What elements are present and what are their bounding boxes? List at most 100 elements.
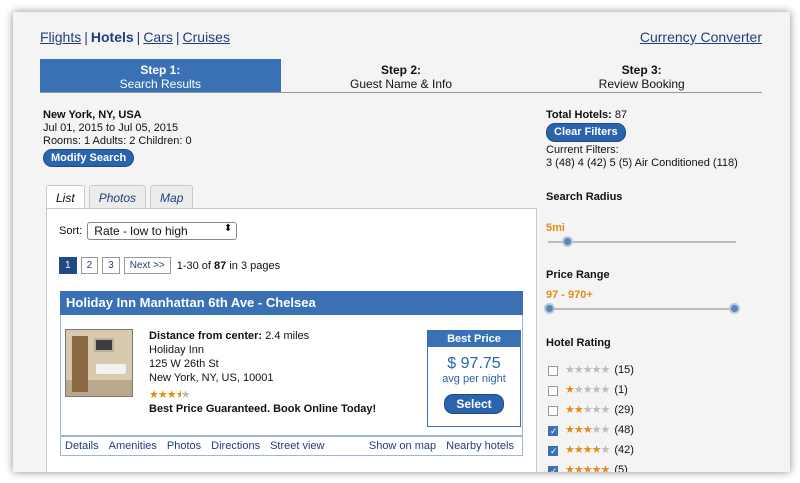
- rating-checkbox[interactable]: [548, 405, 558, 416]
- rating-checkbox[interactable]: [548, 465, 558, 472]
- results-total: 87: [214, 259, 227, 272]
- star-rating-icon: ★★★★★: [565, 384, 610, 396]
- star-rating-icon: ★★★★★: [565, 464, 610, 472]
- price-range-value: 97 - 970+: [546, 289, 593, 301]
- step-search-results: Step 1: Search Results: [40, 59, 281, 92]
- distance-label: Distance from center:: [149, 330, 263, 342]
- step-number: Step 1:: [140, 63, 181, 77]
- hotel-name[interactable]: Holiday Inn Manhattan 6th Ave - Chelsea: [60, 291, 523, 315]
- rating-count: (48): [614, 424, 634, 436]
- search-summary: New York, NY, USA Jul 01, 2015 to Jul 05…: [43, 109, 192, 148]
- hotel-street: 125 W 26th St: [149, 358, 219, 370]
- page-3-button[interactable]: 3: [102, 257, 120, 274]
- modify-search-button[interactable]: Modify Search: [43, 149, 135, 167]
- tab-photos[interactable]: Photos: [88, 185, 147, 209]
- step-number: Step 3:: [621, 63, 662, 77]
- step-number: Step 2:: [381, 63, 422, 77]
- rating-count: (29): [614, 404, 634, 416]
- nav-separator: |: [84, 29, 88, 45]
- star-rating-icon: ★★★★★: [565, 424, 610, 436]
- hotel-rating-title: Hotel Rating: [546, 337, 611, 349]
- rating-checkbox[interactable]: [548, 425, 558, 438]
- hotel-photo[interactable]: [65, 329, 133, 397]
- clear-filters-button[interactable]: Clear Filters: [546, 123, 626, 142]
- nav-hotels-link[interactable]: Hotels: [91, 29, 134, 45]
- hotel-star-rating: ★★★★★: [149, 389, 190, 401]
- total-hotels: Total Hotels: 87: [546, 109, 776, 122]
- rating-filter-row[interactable]: ★★★★★ (42): [548, 444, 634, 458]
- distance-value: 2.4 miles: [262, 330, 310, 342]
- view-tabs: List Photos Map: [46, 185, 197, 209]
- select-arrows-icon: ⬍: [223, 223, 233, 234]
- nav-cars-link[interactable]: Cars: [143, 29, 173, 45]
- sort-control: Sort: Rate - low to high ⬍: [59, 222, 238, 240]
- hotel-card: Distance from center: 2.4 miles Holiday …: [60, 315, 523, 436]
- photos-link[interactable]: Photos: [167, 440, 201, 452]
- page-1-button[interactable]: 1: [59, 257, 77, 274]
- hotel-distance: Distance from center: 2.4 miles: [149, 329, 376, 343]
- step-guest-info: Step 2: Guest Name & Info: [280, 59, 522, 92]
- rating-count: (5): [614, 464, 628, 472]
- hotel-brand: Holiday Inn: [149, 344, 205, 356]
- price-range-title: Price Range: [546, 269, 610, 281]
- best-price-label: Best Price: [428, 331, 520, 347]
- rating-checkbox[interactable]: [548, 385, 558, 396]
- rating-checkbox[interactable]: [548, 365, 558, 376]
- star-rating-icon: ★★★★★: [565, 364, 610, 376]
- directions-link[interactable]: Directions: [211, 440, 260, 452]
- nav-separator: |: [175, 29, 180, 45]
- rating-filter-row[interactable]: ★★★★★ (48): [548, 424, 634, 438]
- current-filters-value: 3 (48) 4 (42) 5 (5) Air Conditioned (118…: [546, 157, 738, 169]
- results-panel: Sort: Rate - low to high ⬍ 1 2 3 Next >> …: [46, 208, 537, 472]
- sort-value: Rate - low to high: [94, 224, 188, 238]
- price-slider-track[interactable]: [548, 308, 736, 310]
- search-radius-value: 5mi: [546, 222, 565, 234]
- sort-select[interactable]: Rate - low to high ⬍: [87, 222, 238, 240]
- price-box: Best Price $ 97.75 avg per night Select: [427, 330, 521, 427]
- price-max-handle[interactable]: [729, 303, 740, 314]
- browser-frame: Flights | Hotels | Cars | Cruises Currency Con…: [13, 12, 790, 472]
- search-radius-title: Search Radius: [546, 191, 623, 203]
- hotel-price: $ 97.75: [447, 355, 501, 372]
- results-pages: in 3 pages: [226, 259, 281, 272]
- amenities-link[interactable]: Amenities: [109, 440, 157, 452]
- rating-checkbox[interactable]: [548, 445, 558, 458]
- top-nav: Flights | Hotels | Cars | Cruises: [40, 29, 230, 45]
- hotel-citystate: New York, NY, US, 10001: [149, 372, 274, 384]
- step-label: Guest Name & Info: [349, 77, 453, 91]
- search-dates: Jul 01, 2015 to Jul 05, 2015: [43, 122, 179, 134]
- rating-count: (42): [614, 444, 634, 456]
- tab-list[interactable]: List: [46, 185, 85, 209]
- details-link[interactable]: Details: [65, 440, 99, 452]
- price-note: avg per night: [442, 373, 506, 385]
- star-rating-icon: ★★★★★: [565, 404, 610, 416]
- rating-filter-row[interactable]: ★★★★★ (1): [548, 384, 628, 397]
- nav-separator: |: [136, 29, 141, 45]
- nav-cruises-link[interactable]: Cruises: [183, 29, 230, 45]
- rating-filter-row[interactable]: ★★★★★ (29): [548, 404, 634, 417]
- show-on-map-link[interactable]: Show on map: [369, 440, 436, 452]
- booking-steps: Step 1: Search Results Step 2: Guest Name …: [40, 59, 763, 93]
- select-hotel-button[interactable]: Select: [444, 394, 504, 414]
- radius-slider-handle[interactable]: [562, 236, 573, 247]
- page-2-button[interactable]: 2: [80, 257, 99, 274]
- tab-map[interactable]: Map: [150, 185, 194, 209]
- sort-label: Sort:: [59, 224, 83, 237]
- currency-converter-link[interactable]: Currency Converter: [640, 29, 762, 45]
- hotel-details: Distance from center: 2.4 miles Holiday …: [149, 329, 376, 416]
- price-min-handle[interactable]: [544, 303, 555, 314]
- nearby-hotels-link[interactable]: Nearby hotels: [446, 440, 514, 452]
- search-guests: Rooms: 1 Adults: 2 Children: 0: [43, 135, 192, 147]
- rating-filter-row[interactable]: ★★★★★ (5): [548, 464, 628, 472]
- total-hotels-label: Total Hotels:: [546, 109, 612, 121]
- step-label: Search Results: [119, 77, 202, 91]
- step-review-booking: Step 3: Review Booking: [521, 59, 763, 92]
- street-view-link[interactable]: Street view: [270, 440, 324, 452]
- rating-filter-row[interactable]: ★★★★★ (15): [548, 364, 634, 377]
- next-page-button[interactable]: Next >>: [123, 257, 171, 274]
- search-city: New York, NY, USA: [43, 109, 142, 121]
- radius-slider-track[interactable]: [548, 241, 736, 243]
- nav-flights-link[interactable]: Flights: [40, 29, 81, 45]
- filters-sidebar: Total Hotels: 87 Clear Filters Current F…: [544, 109, 776, 472]
- hotel-promo: Best Price Guaranteed. Book Online Today…: [149, 403, 377, 415]
